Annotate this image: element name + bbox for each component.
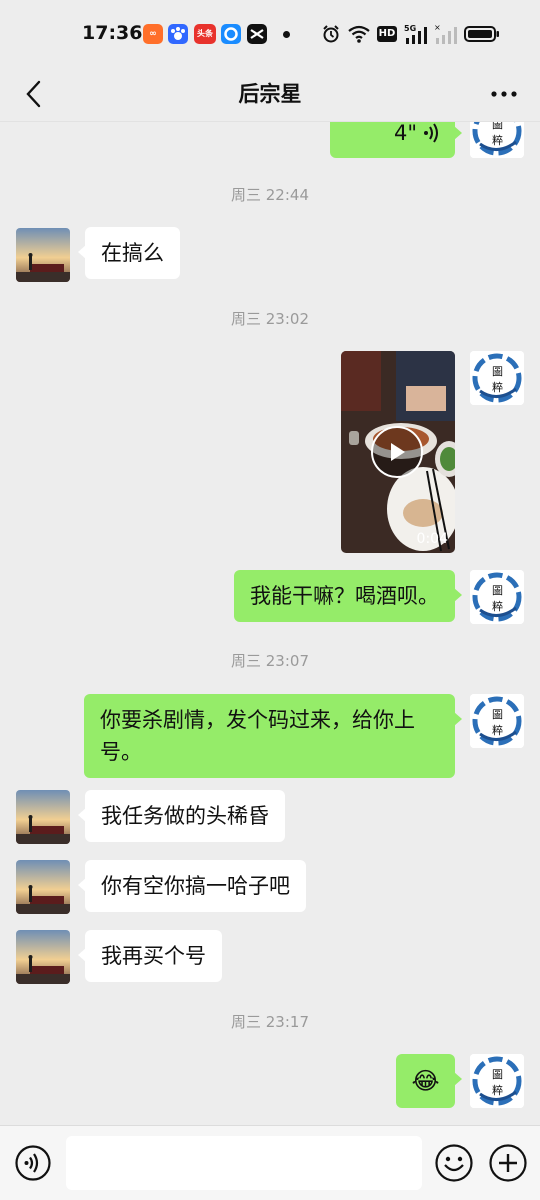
- video-message[interactable]: 0:04: [341, 351, 455, 553]
- smiley-icon: [435, 1144, 473, 1182]
- my-avatar[interactable]: 圖粹: [470, 351, 524, 405]
- svg-text:圖: 圖: [492, 1068, 503, 1081]
- xiaohongshu-app-icon: ∞: [143, 24, 163, 44]
- input-bar: [0, 1125, 540, 1200]
- browser-app-icon: [221, 24, 241, 44]
- outgoing-emoji-bubble[interactable]: 😂: [396, 1054, 462, 1108]
- message-list[interactable]: 4" 圖粹 周三 22:44 在搞么 周三 23:02 0:04 圖 粹 我能干…: [0, 122, 540, 1125]
- my-avatar[interactable]: 圖粹: [470, 1054, 524, 1108]
- contact-avatar[interactable]: [16, 790, 70, 844]
- alarm-icon: [320, 22, 342, 46]
- signal-5g-icon: 5G: [404, 22, 432, 46]
- chevron-left-icon: [26, 80, 41, 108]
- my-avatar[interactable]: 圖粹: [470, 570, 524, 624]
- svg-text:粹: 粹: [492, 599, 503, 613]
- svg-text:粹: 粹: [492, 380, 503, 394]
- notification-dot-icon: [283, 31, 290, 38]
- more-functions-button[interactable]: [488, 1143, 528, 1183]
- my-avatar[interactable]: 圖粹: [470, 694, 524, 748]
- svg-text:粹: 粹: [492, 133, 503, 147]
- svg-text:×: ×: [434, 23, 441, 32]
- svg-text:粹: 粹: [492, 1083, 503, 1097]
- my-avatar[interactable]: 圖粹: [470, 122, 524, 158]
- svg-text:圖: 圖: [492, 708, 503, 721]
- play-icon[interactable]: [371, 426, 423, 478]
- message-timestamp: 周三 23:07: [231, 652, 309, 670]
- svg-text:圖: 圖: [492, 584, 503, 597]
- more-dots-icon: [491, 91, 517, 97]
- incoming-message-bubble[interactable]: 我再买个号: [78, 930, 222, 982]
- contact-avatar[interactable]: [16, 860, 70, 914]
- capcut-app-icon: [247, 24, 267, 44]
- svg-text:粹: 粹: [492, 723, 503, 737]
- incoming-message-bubble[interactable]: 我任务做的头稀昏: [78, 790, 285, 842]
- wifi-icon: [346, 22, 372, 46]
- status-bar: 17:36 ∞ 头条 HD 5G ×: [0, 0, 540, 66]
- svg-text:圖: 圖: [492, 122, 503, 131]
- voice-duration: 4": [393, 122, 417, 145]
- signal-secondary-icon: ×: [434, 22, 460, 46]
- battery-icon: [464, 22, 500, 46]
- message-timestamp: 周三 22:44: [231, 186, 309, 204]
- plus-icon: [489, 1144, 527, 1182]
- more-options-button[interactable]: [482, 74, 526, 114]
- status-time: 17:36: [82, 22, 143, 44]
- back-button[interactable]: [14, 74, 54, 114]
- toutiao-app-icon: 头条: [194, 24, 216, 44]
- outgoing-message-bubble[interactable]: 我能干嘛？喝酒呗。: [234, 570, 462, 622]
- video-duration: 0:04: [416, 531, 448, 547]
- contact-avatar[interactable]: [16, 228, 70, 282]
- svg-text:圖: 圖: [492, 365, 503, 378]
- emoji-button[interactable]: [434, 1143, 474, 1183]
- contact-avatar[interactable]: [16, 930, 70, 984]
- message-timestamp: 周三 23:02: [231, 310, 309, 328]
- voice-icon: [15, 1145, 51, 1181]
- hd-icon: HD: [376, 22, 398, 46]
- message-input[interactable]: [66, 1136, 422, 1190]
- voice-wave-icon: [424, 123, 438, 143]
- chat-title: 后宗星: [238, 82, 302, 106]
- incoming-message-bubble[interactable]: 在搞么: [78, 227, 180, 279]
- voice-message-bubble[interactable]: 4": [330, 122, 462, 158]
- baidu-app-icon: [168, 24, 188, 44]
- svg-text:5G: 5G: [404, 24, 416, 33]
- outgoing-message-bubble[interactable]: 你要杀剧情，发个码过来，给你上号。: [84, 694, 462, 778]
- incoming-message-bubble[interactable]: 你有空你搞一哈子吧: [78, 860, 306, 912]
- chat-header: 后宗星: [0, 66, 540, 122]
- voice-input-button[interactable]: [14, 1144, 52, 1182]
- message-timestamp: 周三 23:17: [231, 1013, 309, 1031]
